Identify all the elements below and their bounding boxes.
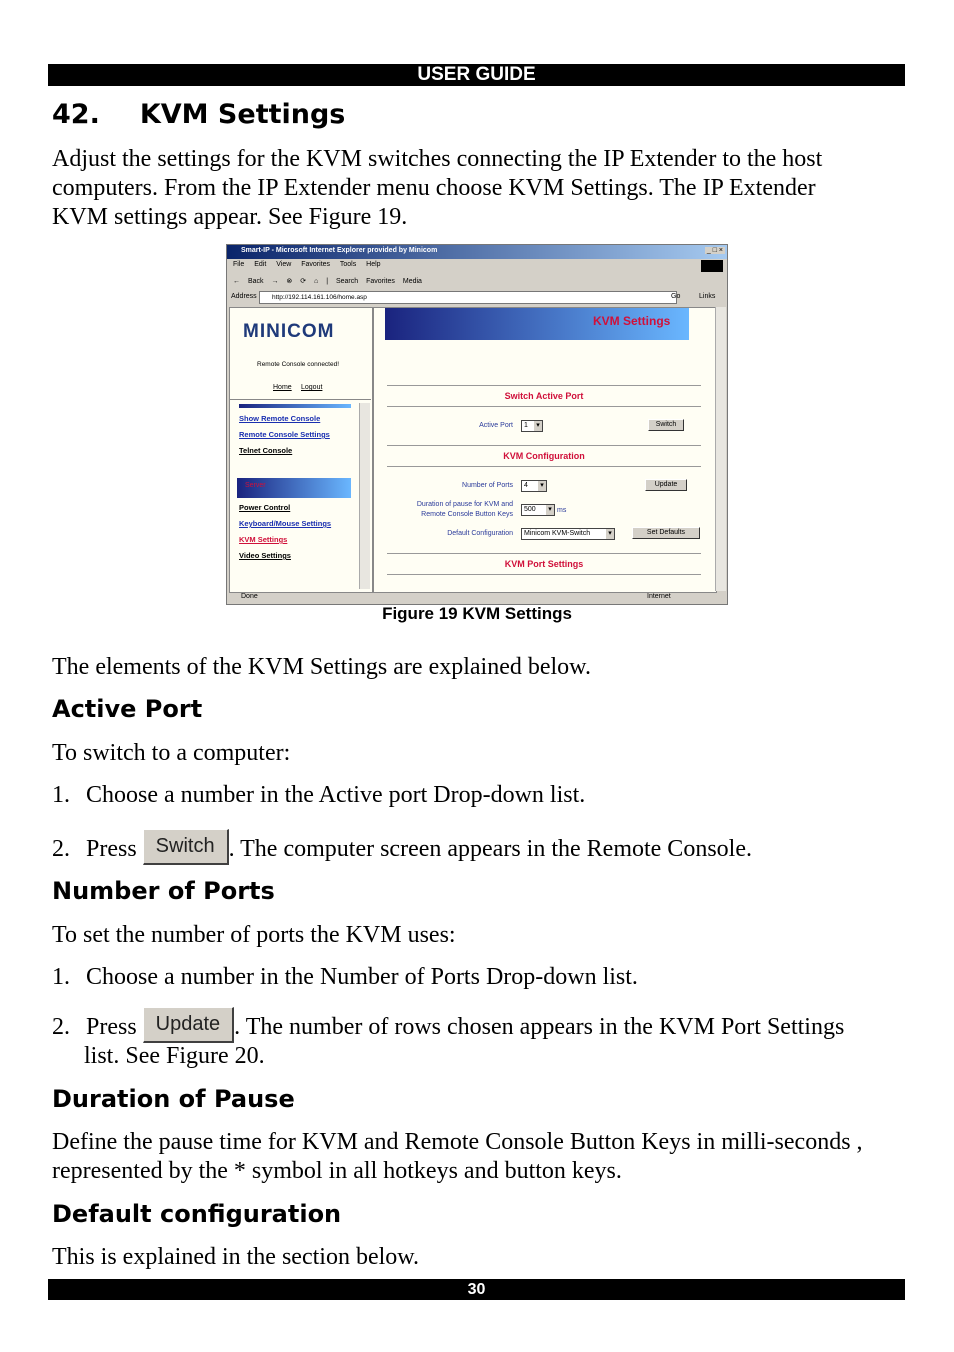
step-text: Press	[86, 836, 137, 862]
paragraph: To switch to a computer:	[52, 740, 291, 766]
paragraph: This is explained in the section below.	[52, 1244, 420, 1270]
divider	[387, 445, 701, 446]
right-scrollbar[interactable]	[715, 307, 726, 591]
step-text: . The computer screen appears in the Rem…	[228, 836, 752, 862]
number-of-ports-label: Number of Ports	[462, 482, 513, 489]
list-item: 1. Choose a number in the Number of Port…	[52, 964, 638, 990]
step-text: . The number of rows chosen appears in t…	[234, 1014, 845, 1040]
logout-link[interactable]: Logout	[301, 384, 322, 391]
update-button[interactable]: Update	[645, 479, 687, 491]
document-page: USER GUIDE 42. KVM Settings Adjust the se…	[0, 0, 954, 1352]
default-configuration-select[interactable]: Minicom KVM-Switch	[521, 528, 615, 540]
paragraph: The elements of the KVM Settings are exp…	[52, 654, 591, 680]
subheading-default-configuration: Default configuration	[52, 1200, 342, 1228]
menu-bar: File Edit View Favorites Tools Help	[233, 261, 381, 268]
intro-line: computers. From the IP Extender menu cho…	[52, 175, 816, 201]
go-button[interactable]: Go	[671, 293, 680, 300]
links-button[interactable]: Links	[699, 293, 715, 300]
number-of-ports-select[interactable]: 4	[521, 480, 547, 492]
paragraph: represented by the * symbol in all hotke…	[52, 1158, 622, 1184]
menu-view[interactable]: View	[276, 261, 291, 268]
menu-file[interactable]: File	[233, 261, 244, 268]
back-button[interactable]: ← Back	[233, 278, 264, 285]
set-defaults-button[interactable]: Set Defaults	[632, 527, 700, 539]
search-button[interactable]: Search	[336, 278, 358, 285]
kvm-configuration-heading: KVM Configuration	[503, 451, 585, 461]
subheading-duration-of-pause: Duration of Pause	[52, 1085, 295, 1113]
list-item: 2. Press Switch. The computer screen app…	[52, 829, 752, 871]
intro-line: Adjust the settings for the KVM switches…	[52, 146, 823, 172]
header-bar: USER GUIDE	[48, 64, 905, 86]
nav-show-remote-console[interactable]: Show Remote Console	[239, 414, 320, 423]
favorites-button[interactable]: Favorites	[366, 278, 395, 285]
pause-label: Duration of pause for KVM and	[416, 501, 513, 508]
server-header: Server	[237, 478, 351, 498]
step-text: list. See Figure 20.	[84, 1043, 265, 1069]
right-pane	[373, 307, 717, 593]
menu-help[interactable]: Help	[366, 261, 380, 268]
section-number: 42.	[52, 99, 100, 130]
security-zone: Internet	[647, 593, 671, 600]
address-input[interactable]: http://192.114.161.106/home.asp	[259, 291, 677, 304]
home-link[interactable]: Home	[273, 384, 292, 391]
pause-unit: ms	[557, 507, 567, 514]
window-title: Smart-IP - Microsoft Internet Explorer p…	[241, 247, 438, 254]
divider	[229, 399, 371, 400]
nav-telnet-console[interactable]: Telnet Console	[239, 446, 292, 455]
divider	[387, 385, 701, 386]
step-text: Choose a number in the Active port Drop-…	[86, 782, 586, 808]
paragraph: Define the pause time for KVM and Remote…	[52, 1129, 863, 1155]
left-scrollbar[interactable]	[359, 403, 370, 589]
divider	[387, 466, 701, 467]
media-button[interactable]: Media	[403, 278, 422, 285]
list-item: 1. Choose a number in the Active port Dr…	[52, 782, 586, 808]
switch-active-port-heading: Switch Active Port	[504, 391, 584, 401]
nav-video-settings[interactable]: Video Settings	[239, 551, 291, 560]
divider	[387, 406, 701, 407]
pause-label: Remote Console Button Keys	[421, 511, 513, 518]
nav-power-control[interactable]: Power Control	[239, 503, 290, 512]
switch-button[interactable]: Switch	[648, 419, 684, 431]
step-text: Choose a number in the Number of Ports D…	[86, 964, 638, 990]
nav-remote-console-settings[interactable]: Remote Console Settings	[239, 430, 330, 439]
kvm-port-settings-heading: KVM Port Settings	[504, 559, 584, 569]
section-heading: 42. KVM Settings	[52, 99, 345, 130]
figure-caption: Figure 19 KVM Settings	[382, 604, 572, 623]
back-label: Back	[247, 278, 264, 285]
connection-status: Remote Console connected!	[257, 361, 340, 368]
intro-line: KVM settings appear. See Figure 19.	[52, 204, 408, 230]
minicom-logo: MINICOM	[243, 321, 335, 342]
page-title: KVM Settings	[593, 314, 671, 328]
subheading-number-of-ports: Number of Ports	[52, 877, 275, 905]
section-title: KVM Settings	[139, 99, 346, 130]
address-label: Address	[231, 293, 257, 300]
menu-favorites[interactable]: Favorites	[301, 261, 330, 268]
toolbar: ← Back → ⊗ ⟳ ⌂ | Search Favorites Media	[233, 278, 422, 285]
status-text: Done	[241, 593, 258, 600]
active-port-label: Active Port	[479, 422, 513, 429]
figure-screenshot: Smart-IP - Microsoft Internet Explorer p…	[226, 244, 728, 605]
window-controls-icon[interactable]: _ □ ×	[704, 247, 725, 254]
default-configuration-label: Default Configuration	[447, 530, 513, 537]
nav-kvm-settings[interactable]: KVM Settings	[239, 535, 287, 544]
active-port-select[interactable]: 1	[521, 420, 543, 432]
divider	[387, 553, 701, 554]
menu-edit[interactable]: Edit	[254, 261, 266, 268]
nav-keyboard-mouse-settings[interactable]: Keyboard/Mouse Settings	[239, 519, 331, 528]
step-text: Press	[86, 1014, 137, 1040]
windows-logo-icon	[701, 260, 723, 272]
page-number: 30	[48, 1279, 905, 1300]
pause-input[interactable]: 500	[521, 504, 555, 516]
menu-tools[interactable]: Tools	[340, 261, 356, 268]
update-button-image: Update	[142, 1007, 235, 1043]
subheading-active-port: Active Port	[52, 695, 203, 723]
switch-button-image: Switch	[142, 829, 229, 865]
paragraph: To set the number of ports the KVM uses:	[52, 922, 456, 948]
divider	[387, 574, 701, 575]
nav-header-bar	[239, 404, 351, 408]
